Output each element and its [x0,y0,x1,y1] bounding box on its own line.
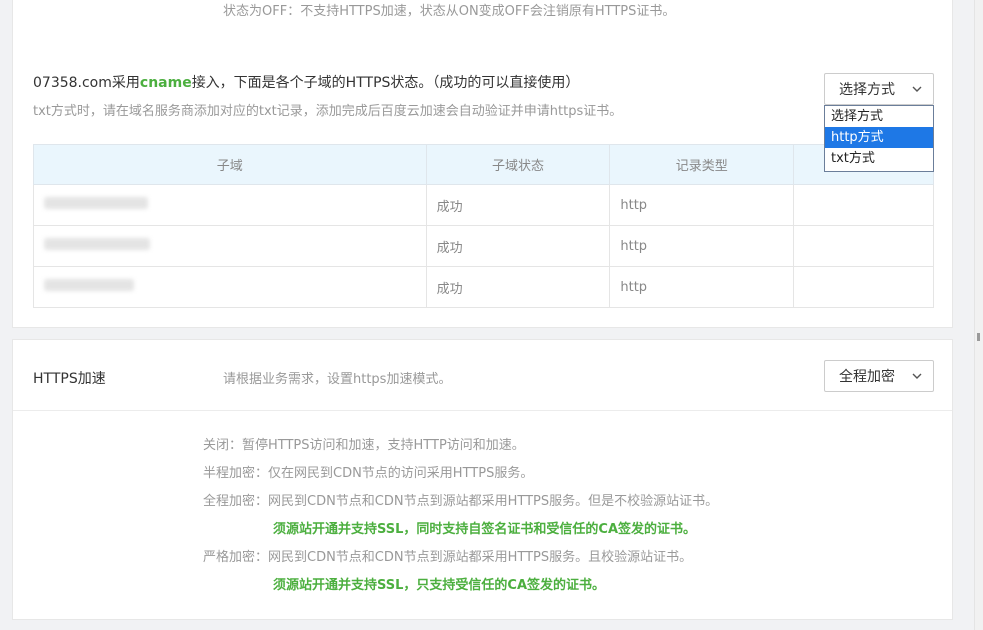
method-option-http[interactable]: http方式 [825,127,933,148]
action-cell [793,266,934,308]
mode-note-full: 须源站开通并支持SSL，同时支持自签名证书和受信任的CA签发的证书。 [273,522,697,537]
method-option-select[interactable]: 选择方式 [825,106,933,127]
column-header-record-type: 记录类型 [609,144,795,185]
method-option-txt[interactable]: txt方式 [825,148,933,169]
subdomain-cell [33,266,427,308]
table-row: 成功 http [33,266,934,308]
encryption-mode-value: 全程加密 [839,369,895,385]
mode-note-strict: 须源站开通并支持SSL，只支持受信任的CA签发的证书。 [273,578,606,593]
https-acceleration-label: HTTPS加速 [33,371,106,387]
encryption-mode-select[interactable]: 全程加密 [824,360,934,392]
vertical-scrollbar[interactable] [974,0,983,630]
redacted-subdomain [44,279,134,291]
table-row: 成功 http [33,225,934,267]
column-header-status: 子域状态 [425,144,611,185]
status-cell: 成功 [425,266,611,308]
chevron-down-icon [912,373,922,379]
record-type-cell: http [609,266,795,308]
txt-method-hint: txt方式时，请在域名服务商添加对应的txt记录，添加完成后百度云加速会自动验证… [33,104,623,119]
record-type-cell: http [609,225,795,267]
record-type-cell: http [609,184,795,226]
https-acceleration-description: 请根据业务需求，设置https加速模式。 [223,372,452,387]
scrollbar-thumb[interactable] [977,333,980,341]
status-off-note: 状态为OFF：不支持HTTPS加速，状态从ON变成OFF会注销原有HTTPS证书… [223,4,676,19]
method-select-value: 选择方式 [839,82,895,98]
mode-desc-half: 半程加密：仅在网民到CDN节点的访问采用HTTPS服务。 [203,466,534,481]
redacted-subdomain [44,197,148,209]
cname-title-suffix: 接入，下面是各个子域的HTTPS状态。（成功的可以直接使用） [191,75,580,91]
mode-desc-strict: 严格加密：网民到CDN节点和CDN节点到源站都采用HTTPS服务。且校验源站证书… [203,550,693,565]
https-acceleration-panel: HTTPS加速 请根据业务需求，设置https加速模式。 全程加密 关闭：暂停H… [12,339,953,620]
method-select[interactable]: 选择方式 [824,73,934,105]
cname-status-title: 07358.com采用cname接入，下面是各个子域的HTTPS状态。（成功的可… [33,72,579,92]
chevron-down-icon [912,86,922,92]
action-cell [793,225,934,267]
table-row: 成功 http [33,184,934,226]
method-dropdown-list: 选择方式 http方式 txt方式 [824,105,934,172]
redacted-subdomain [44,238,150,250]
cname-highlight: cname [139,75,192,91]
status-cell: 成功 [425,225,611,267]
subdomain-table: 子域 子域状态 记录类型 成功 http 成功 http 成功 http [33,144,934,308]
status-cell: 成功 [425,184,611,226]
mode-desc-off: 关闭：暂停HTTPS访问和加速，支持HTTP访问和加速。 [203,438,525,453]
table-header-row: 子域 子域状态 记录类型 [33,144,934,185]
cname-title-prefix: 07358.com采用 [33,75,140,91]
subdomain-cell [33,225,427,267]
encryption-mode-descriptions: 关闭：暂停HTTPS访问和加速，支持HTTP访问和加速。 半程加密：仅在网民到C… [203,436,718,604]
section-divider [13,410,952,411]
mode-desc-full: 全程加密：网民到CDN节点和CDN节点到源站都采用HTTPS服务。但是不校验源站… [203,494,719,509]
column-header-subdomain: 子域 [33,144,427,185]
subdomain-status-panel: 状态为OFF：不支持HTTPS加速，状态从ON变成OFF会注销原有HTTPS证书… [12,0,953,328]
action-cell [793,184,934,226]
subdomain-cell [33,184,427,226]
